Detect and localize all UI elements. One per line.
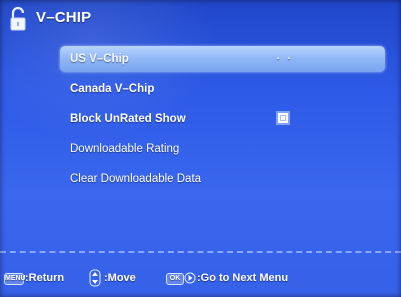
menu-item-label: Downloadable Rating <box>70 143 180 155</box>
menu-item-block-unrated[interactable]: Block UnRated Show <box>60 106 385 132</box>
menu-key-icon: MENU <box>4 273 26 285</box>
updown-arrows-icon <box>89 269 101 287</box>
menu-item-label: Canada V–Chip <box>70 83 155 95</box>
footer-divider <box>0 251 401 253</box>
menu-item-us-vchip[interactable]: US V–Chip · · <box>60 46 385 72</box>
menu-item-value: · · <box>276 53 293 65</box>
menu-header: V–CHIP <box>0 0 401 38</box>
page-title: V–CHIP <box>36 9 92 26</box>
menu-item-downloadable-rating[interactable]: Downloadable Rating <box>60 136 385 162</box>
key-hint-bar: MENU :Return :Move OK :Go to Next Menu <box>0 268 401 288</box>
tv-screen: V–CHIP US V–Chip · · Canada V–Chip Block… <box>0 0 401 297</box>
menu-item-label: Clear Downloadable Data <box>70 173 202 185</box>
next-menu-hint: :Go to Next Menu <box>197 272 289 284</box>
right-arrow-icon <box>184 272 196 284</box>
ok-key-icon: OK <box>166 273 184 285</box>
block-unrated-checkbox[interactable] <box>276 111 290 125</box>
vchip-menu: US V–Chip · · Canada V–Chip Block UnRate… <box>60 46 385 196</box>
menu-item-label: US V–Chip <box>70 53 129 65</box>
move-hint: :Move <box>104 272 136 284</box>
lock-icon <box>10 6 26 31</box>
menu-item-canada-vchip[interactable]: Canada V–Chip <box>60 76 385 102</box>
menu-item-clear-downloadable-data[interactable]: Clear Downloadable Data <box>60 166 385 192</box>
return-hint: :Return <box>25 272 65 284</box>
menu-item-label: Block UnRated Show <box>70 113 186 125</box>
